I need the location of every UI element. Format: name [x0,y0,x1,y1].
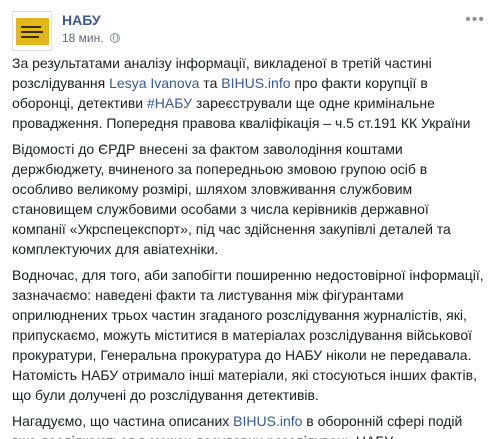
paragraph-2: Відомості до ЄРДР внесені за фактом заво… [12,141,451,257]
post-timestamp[interactable]: 18 мин. [62,31,104,45]
post-meta: 18 мин. [62,31,120,45]
paragraph-4: Нагадуємо, що частина описаних BIHUS.inf… [12,413,463,439]
paragraph-3: Водночас, для того, аби запобігти пошире… [12,267,484,403]
page-name[interactable]: НАБУ [62,12,101,28]
mention-bihus-info[interactable]: BIHUS.info [221,75,290,91]
facebook-post: НАБУ 18 мин. ••• За результатами аналізу… [0,0,497,439]
post-header: НАБУ 18 мин. ••• [12,11,485,51]
mention-bihus-info-2[interactable]: BIHUS.info [233,413,302,429]
hashtag-nabu[interactable]: #НАБУ [147,95,192,111]
globe-icon [109,33,120,43]
post-body: За результатами аналізу інформації, викл… [12,53,486,439]
paragraph-1: За результатами аналізу інформації, викл… [12,55,471,131]
page-avatar[interactable] [12,11,52,51]
more-dots-icon[interactable]: ••• [465,11,485,29]
mention-lesya-ivanova[interactable]: Lesya Ivanova [109,75,199,91]
